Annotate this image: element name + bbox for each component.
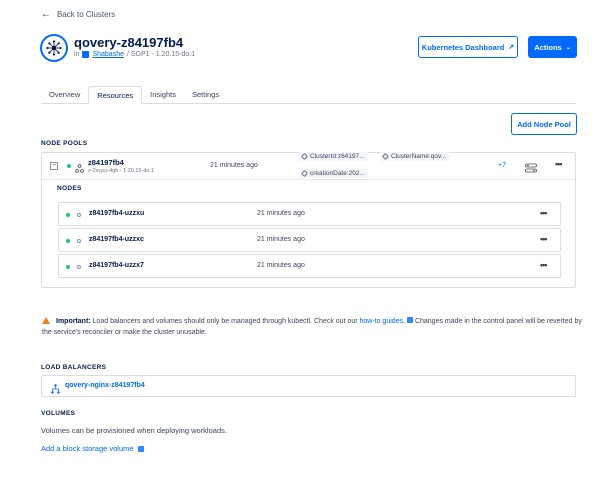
tab-resources[interactable]: Resources xyxy=(88,86,143,104)
more-options-icon[interactable]: ••• xyxy=(555,159,563,169)
chevron-down-icon: ⌄ xyxy=(565,44,571,51)
actions-button[interactable]: Actions ⌄ xyxy=(528,36,577,58)
node-name[interactable]: z84197fb4-uzzxu xyxy=(89,210,144,217)
add-block-storage-label: Add a block storage volume xyxy=(41,444,134,453)
cluster-title: qovery-z84197fb4 xyxy=(74,35,184,50)
more-options-icon[interactable]: ••• xyxy=(540,260,548,270)
doc-icon xyxy=(137,445,144,452)
tag-chip: ClusterName:qov... xyxy=(380,152,450,161)
node-icon xyxy=(77,213,81,217)
load-balancers-heading: LOAD BALANCERS xyxy=(41,364,107,371)
tab-settings[interactable]: Settings xyxy=(184,86,227,103)
node-pool-card: − z84197fb4 s-2vcpu-4gb - 1.20.15-do.1 2… xyxy=(41,152,576,288)
notice-bold: Important: xyxy=(56,318,91,325)
tag-label: ClusterId:z84197... xyxy=(310,153,365,160)
add-node-pool-label: Add Node Pool xyxy=(517,119,571,129)
status-ok-icon xyxy=(66,265,70,269)
load-balancer-link[interactable]: qovery-nginx-z84197fb4 xyxy=(65,382,145,389)
how-to-guides-link[interactable]: how-to guides. xyxy=(360,318,406,325)
in-label: in xyxy=(74,51,80,58)
node-created: 21 minutes ago xyxy=(257,210,305,217)
add-node-pool-button[interactable]: Add Node Pool xyxy=(511,113,577,135)
load-balancer-icon xyxy=(51,381,60,399)
node-pools-heading: NODE POOLS xyxy=(41,140,88,147)
kubernetes-dashboard-button[interactable]: Kubernetes Dashboard ↗ xyxy=(418,36,518,58)
node-icon xyxy=(77,239,81,243)
cluster-avatar-icon xyxy=(40,34,68,62)
tag-label: ClusterName:qov... xyxy=(391,153,447,160)
node-pool-icon xyxy=(75,160,84,178)
node-created: 21 minutes ago xyxy=(257,236,305,243)
node-pool-spec: s-2vcpu-4gb - 1.20.15-do.1 xyxy=(88,168,155,174)
node-name[interactable]: z84197fb4-uzzxc xyxy=(89,236,144,243)
node-pool-name[interactable]: z84197fb4 xyxy=(88,158,124,167)
external-link-icon: ↗ xyxy=(508,44,515,51)
load-balancer-row[interactable]: qovery-nginx-z84197fb4 xyxy=(41,375,576,397)
project-link[interactable]: Shabashe xyxy=(92,51,124,58)
cluster-meta: / SGP1 - 1.20.15-do.1 xyxy=(126,51,196,58)
tag-icon xyxy=(381,152,390,161)
tag-icon xyxy=(300,169,309,178)
project-icon xyxy=(82,51,90,58)
important-notice: Important: Load balancers and volumes sh… xyxy=(42,316,582,338)
status-ok-icon xyxy=(66,239,70,243)
back-link-label: Back to Clusters xyxy=(57,10,116,19)
status-ok-icon xyxy=(67,164,71,168)
resize-icon[interactable] xyxy=(525,160,537,178)
tag-chip: ClusterId:z84197... xyxy=(299,152,368,161)
table-row[interactable]: z84197fb4-uzzxu 21 minutes ago ••• xyxy=(58,202,561,226)
more-options-icon[interactable]: ••• xyxy=(540,208,548,218)
back-to-clusters-link[interactable]: ← Back to Clusters xyxy=(41,9,115,20)
tag-icon xyxy=(300,152,309,161)
tab-insights[interactable]: Insights xyxy=(142,86,184,103)
volumes-heading: VOLUMES xyxy=(41,410,76,417)
status-ok-icon xyxy=(66,213,70,217)
node-pool-row[interactable]: − z84197fb4 s-2vcpu-4gb - 1.20.15-do.1 2… xyxy=(42,152,575,180)
cluster-subtitle: in Shabashe / SGP1 - 1.20.15-do.1 xyxy=(74,51,195,58)
add-block-storage-link[interactable]: Add a block storage volume xyxy=(41,444,144,453)
cluster-tabs: Overview Resources Insights Settings xyxy=(41,86,576,104)
kubernetes-dashboard-label: Kubernetes Dashboard xyxy=(421,42,505,52)
more-tags-count[interactable]: +7 xyxy=(498,162,506,169)
node-created: 21 minutes ago xyxy=(257,262,305,269)
node-pool-created: 21 minutes ago xyxy=(210,162,258,169)
tag-chip: creationDate:202... xyxy=(299,169,368,178)
tag-label: creationDate:202... xyxy=(310,170,365,177)
tab-overview[interactable]: Overview xyxy=(41,86,88,103)
actions-label: Actions xyxy=(534,42,562,52)
doc-icon xyxy=(407,317,413,323)
table-row[interactable]: z84197fb4-uzzxc 21 minutes ago ••• xyxy=(58,228,561,252)
collapse-icon[interactable]: − xyxy=(50,162,58,170)
more-options-icon[interactable]: ••• xyxy=(540,234,548,244)
notice-text-1: Load balancers and volumes should only b… xyxy=(90,318,360,325)
arrow-left-icon: ← xyxy=(41,9,51,20)
node-name[interactable]: z84197fb4-uzzx7 xyxy=(89,262,144,269)
node-icon xyxy=(77,265,81,269)
nodes-heading: NODES xyxy=(57,185,82,192)
volumes-empty-text: Volumes can be provisioned when deployin… xyxy=(41,426,227,435)
table-row[interactable]: z84197fb4-uzzx7 21 minutes ago ••• xyxy=(58,254,561,278)
